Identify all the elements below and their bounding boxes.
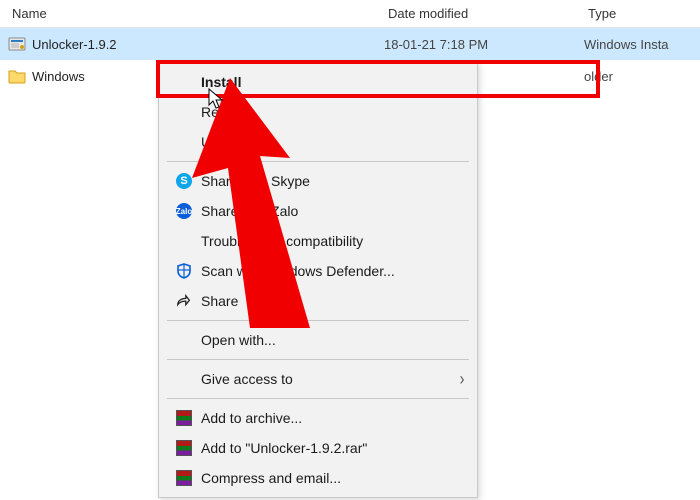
winrar-icon	[173, 409, 195, 427]
menu-label: Compress and email...	[201, 470, 341, 486]
column-date[interactable]: Date modified	[388, 6, 588, 21]
context-menu: Install Repair Uninstall S Share with Sk…	[158, 62, 478, 498]
menu-label: Give access to	[201, 371, 293, 387]
file-type: older	[584, 69, 692, 84]
menu-uninstall[interactable]: Uninstall	[159, 127, 477, 157]
menu-label: Add to "Unlocker-1.9.2.rar"	[201, 440, 367, 456]
blank-icon	[173, 370, 195, 388]
menu-label: Scan with Windows Defender...	[201, 263, 395, 279]
zalo-icon: Zalo	[173, 202, 195, 220]
menu-troubleshoot[interactable]: Troubleshoot compatibility	[159, 226, 477, 256]
file-type: Windows Insta	[584, 37, 692, 52]
column-header: Name Date modified Type	[0, 0, 700, 28]
installer-icon	[8, 35, 26, 53]
blank-icon	[173, 103, 195, 121]
blank-icon	[173, 133, 195, 151]
menu-label: Add to archive...	[201, 410, 302, 426]
file-name: Unlocker-1.9.2	[32, 37, 384, 52]
menu-label: Uninstall	[201, 134, 255, 150]
menu-label: Open with...	[201, 332, 276, 348]
menu-add-rar[interactable]: Add to "Unlocker-1.9.2.rar"	[159, 433, 477, 463]
separator	[167, 320, 469, 321]
file-date: 18-01-21 7:18 PM	[384, 37, 584, 52]
menu-share-zalo[interactable]: Zalo Share with Zalo	[159, 196, 477, 226]
share-arrow-icon	[173, 292, 195, 310]
menu-install[interactable]: Install	[159, 67, 477, 97]
blank-icon	[173, 331, 195, 349]
menu-label: Share	[201, 293, 238, 309]
menu-share-skype[interactable]: S Share with Skype	[159, 166, 477, 196]
separator	[167, 398, 469, 399]
menu-repair[interactable]: Repair	[159, 97, 477, 127]
blank-icon	[173, 232, 195, 250]
blank-icon	[173, 73, 195, 91]
skype-icon: S	[173, 172, 195, 190]
column-type[interactable]: Type	[588, 6, 692, 21]
separator	[167, 161, 469, 162]
menu-label: Share with Zalo	[201, 203, 298, 219]
menu-open-with[interactable]: Open with...	[159, 325, 477, 355]
file-row-unlocker[interactable]: Unlocker-1.9.2 18-01-21 7:18 PM Windows …	[0, 28, 700, 60]
folder-icon	[8, 67, 26, 85]
defender-shield-icon	[173, 262, 195, 280]
menu-compress-email[interactable]: Compress and email...	[159, 463, 477, 493]
menu-share[interactable]: Share	[159, 286, 477, 316]
menu-label: Repair	[201, 104, 242, 120]
menu-label: Troubleshoot compatibility	[201, 233, 363, 249]
winrar-icon	[173, 439, 195, 457]
menu-label: Share with Skype	[201, 173, 310, 189]
separator	[167, 359, 469, 360]
winrar-icon	[173, 469, 195, 487]
menu-label: Install	[201, 74, 241, 90]
column-name[interactable]: Name	[8, 6, 388, 21]
menu-defender[interactable]: Scan with Windows Defender...	[159, 256, 477, 286]
menu-add-archive[interactable]: Add to archive...	[159, 403, 477, 433]
menu-give-access[interactable]: Give access to	[159, 364, 477, 394]
